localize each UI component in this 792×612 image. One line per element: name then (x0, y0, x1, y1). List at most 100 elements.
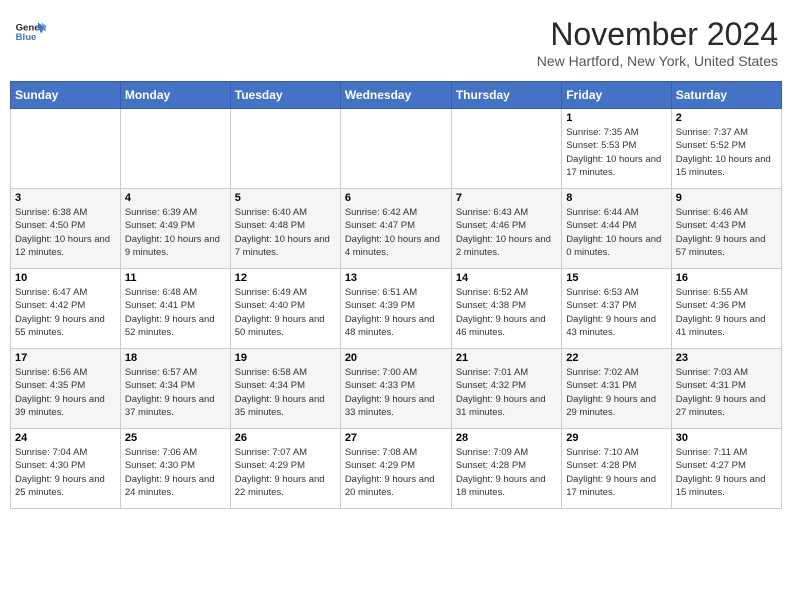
day-number: 12 (235, 272, 336, 284)
weekday-header-wednesday: Wednesday (340, 82, 451, 109)
calendar-cell: 10 Sunrise: 6:47 AM Sunset: 4:42 PM Dayli… (11, 269, 121, 349)
calendar-cell: 23 Sunrise: 7:03 AM Sunset: 4:31 PM Dayli… (671, 349, 781, 429)
day-info: Sunrise: 6:43 AM Sunset: 4:46 PM Dayligh… (456, 206, 557, 259)
calendar-cell: 30 Sunrise: 7:11 AM Sunset: 4:27 PM Dayli… (671, 429, 781, 509)
calendar-cell: 17 Sunrise: 6:56 AM Sunset: 4:35 PM Dayli… (11, 349, 121, 429)
day-number: 14 (456, 272, 557, 284)
calendar-cell: 8 Sunrise: 6:44 AM Sunset: 4:44 PM Daylig… (562, 189, 671, 269)
day-info: Sunrise: 6:53 AM Sunset: 4:37 PM Dayligh… (566, 286, 666, 339)
calendar-cell (120, 109, 230, 189)
weekday-header-tuesday: Tuesday (230, 82, 340, 109)
calendar-cell: 19 Sunrise: 6:58 AM Sunset: 4:34 PM Dayli… (230, 349, 340, 429)
day-number: 2 (676, 112, 777, 124)
calendar-cell: 6 Sunrise: 6:42 AM Sunset: 4:47 PM Daylig… (340, 189, 451, 269)
day-number: 8 (566, 192, 666, 204)
day-number: 5 (235, 192, 336, 204)
calendar: SundayMondayTuesdayWednesdayThursdayFrid… (10, 81, 782, 509)
day-info: Sunrise: 7:06 AM Sunset: 4:30 PM Dayligh… (125, 446, 226, 499)
day-number: 21 (456, 352, 557, 364)
calendar-cell (11, 109, 121, 189)
day-info: Sunrise: 7:09 AM Sunset: 4:28 PM Dayligh… (456, 446, 557, 499)
day-number: 11 (125, 272, 226, 284)
weekday-header-saturday: Saturday (671, 82, 781, 109)
day-number: 16 (676, 272, 777, 284)
day-number: 13 (345, 272, 447, 284)
week-row-1: 1 Sunrise: 7:35 AM Sunset: 5:53 PM Daylig… (11, 109, 782, 189)
day-info: Sunrise: 7:35 AM Sunset: 5:53 PM Dayligh… (566, 126, 666, 179)
day-info: Sunrise: 7:11 AM Sunset: 4:27 PM Dayligh… (676, 446, 777, 499)
week-row-3: 10 Sunrise: 6:47 AM Sunset: 4:42 PM Dayli… (11, 269, 782, 349)
calendar-cell: 27Sunrise: 7:08 AM Sunset: 4:29 PM Dayli… (340, 429, 451, 509)
calendar-cell: 28 Sunrise: 7:09 AM Sunset: 4:28 PM Dayli… (451, 429, 561, 509)
day-info: Sunrise: 7:01 AM Sunset: 4:32 PM Dayligh… (456, 366, 557, 419)
day-info: Sunrise: 7:03 AM Sunset: 4:31 PM Dayligh… (676, 366, 777, 419)
calendar-cell: 7 Sunrise: 6:43 AM Sunset: 4:46 PM Daylig… (451, 189, 561, 269)
calendar-cell: 12Sunrise: 6:49 AM Sunset: 4:40 PM Dayli… (230, 269, 340, 349)
day-info: Sunrise: 6:48 AM Sunset: 4:41 PM Dayligh… (125, 286, 226, 339)
day-number: 10 (15, 272, 116, 284)
day-info: Sunrise: 7:00 AM Sunset: 4:33 PM Dayligh… (345, 366, 447, 419)
calendar-cell: 9 Sunrise: 6:46 AM Sunset: 4:43 PM Daylig… (671, 189, 781, 269)
calendar-cell: 21 Sunrise: 7:01 AM Sunset: 4:32 PM Dayli… (451, 349, 561, 429)
day-number: 18 (125, 352, 226, 364)
day-number: 24 (15, 432, 116, 444)
day-info: Sunrise: 6:51 AM Sunset: 4:39 PM Dayligh… (345, 286, 447, 339)
day-info: Sunrise: 6:38 AM Sunset: 4:50 PM Dayligh… (15, 206, 116, 259)
day-info: Sunrise: 6:42 AM Sunset: 4:47 PM Dayligh… (345, 206, 447, 259)
day-info: Sunrise: 7:02 AM Sunset: 4:31 PM Dayligh… (566, 366, 666, 419)
calendar-cell: 20 Sunrise: 7:00 AM Sunset: 4:33 PM Dayli… (340, 349, 451, 429)
calendar-cell: 18Sunrise: 6:57 AM Sunset: 4:34 PM Dayli… (120, 349, 230, 429)
day-info: Sunrise: 6:46 AM Sunset: 4:43 PM Dayligh… (676, 206, 777, 259)
weekday-header-monday: Monday (120, 82, 230, 109)
day-number: 15 (566, 272, 666, 284)
day-number: 19 (235, 352, 336, 364)
day-number: 7 (456, 192, 557, 204)
location-title: New Hartford, New York, United States (537, 53, 778, 69)
day-info: Sunrise: 6:55 AM Sunset: 4:36 PM Dayligh… (676, 286, 777, 339)
day-info: Sunrise: 6:56 AM Sunset: 4:35 PM Dayligh… (15, 366, 116, 419)
calendar-cell: 4 Sunrise: 6:39 AM Sunset: 4:49 PM Daylig… (120, 189, 230, 269)
day-info: Sunrise: 6:44 AM Sunset: 4:44 PM Dayligh… (566, 206, 666, 259)
week-row-4: 17 Sunrise: 6:56 AM Sunset: 4:35 PM Dayli… (11, 349, 782, 429)
svg-text:Blue: Blue (16, 32, 37, 43)
title-area: November 2024 New Hartford, New York, Un… (537, 16, 778, 69)
day-number: 22 (566, 352, 666, 364)
calendar-cell: 1 Sunrise: 7:35 AM Sunset: 5:53 PM Daylig… (562, 109, 671, 189)
calendar-cell: 16 Sunrise: 6:55 AM Sunset: 4:36 PM Dayli… (671, 269, 781, 349)
day-number: 9 (676, 192, 777, 204)
day-number: 1 (566, 112, 666, 124)
day-number: 20 (345, 352, 447, 364)
day-info: Sunrise: 6:52 AM Sunset: 4:38 PM Dayligh… (456, 286, 557, 339)
day-info: Sunrise: 6:58 AM Sunset: 4:34 PM Dayligh… (235, 366, 336, 419)
logo: General Blue (14, 16, 46, 48)
month-title: November 2024 (537, 16, 778, 53)
day-number: 28 (456, 432, 557, 444)
day-number: 26 (235, 432, 336, 444)
calendar-cell: 2Sunrise: 7:37 AM Sunset: 5:52 PM Daylig… (671, 109, 781, 189)
calendar-cell: 13 Sunrise: 6:51 AM Sunset: 4:39 PM Dayli… (340, 269, 451, 349)
day-number: 23 (676, 352, 777, 364)
day-info: Sunrise: 7:10 AM Sunset: 4:28 PM Dayligh… (566, 446, 666, 499)
day-number: 3 (15, 192, 116, 204)
day-info: Sunrise: 7:07 AM Sunset: 4:29 PM Dayligh… (235, 446, 336, 499)
day-number: 30 (676, 432, 777, 444)
day-number: 17 (15, 352, 116, 364)
day-info: Sunrise: 6:47 AM Sunset: 4:42 PM Dayligh… (15, 286, 116, 339)
calendar-cell: 24 Sunrise: 7:04 AM Sunset: 4:30 PM Dayli… (11, 429, 121, 509)
day-number: 6 (345, 192, 447, 204)
calendar-cell (340, 109, 451, 189)
calendar-cell: 26 Sunrise: 7:07 AM Sunset: 4:29 PM Dayli… (230, 429, 340, 509)
day-info: Sunrise: 6:39 AM Sunset: 4:49 PM Dayligh… (125, 206, 226, 259)
calendar-cell: 3 Sunrise: 6:38 AM Sunset: 4:50 PM Daylig… (11, 189, 121, 269)
day-number: 4 (125, 192, 226, 204)
day-info: Sunrise: 7:04 AM Sunset: 4:30 PM Dayligh… (15, 446, 116, 499)
day-info: Sunrise: 6:40 AM Sunset: 4:48 PM Dayligh… (235, 206, 336, 259)
header: General Blue November 2024 New Hartford,… (10, 10, 782, 75)
weekday-header-row: SundayMondayTuesdayWednesdayThursdayFrid… (11, 82, 782, 109)
logo-icon: General Blue (14, 16, 46, 48)
calendar-cell: 11 Sunrise: 6:48 AM Sunset: 4:41 PM Dayli… (120, 269, 230, 349)
calendar-cell: 22 Sunrise: 7:02 AM Sunset: 4:31 PM Dayli… (562, 349, 671, 429)
day-number: 25 (125, 432, 226, 444)
calendar-cell: 15 Sunrise: 6:53 AM Sunset: 4:37 PM Dayli… (562, 269, 671, 349)
week-row-2: 3 Sunrise: 6:38 AM Sunset: 4:50 PM Daylig… (11, 189, 782, 269)
